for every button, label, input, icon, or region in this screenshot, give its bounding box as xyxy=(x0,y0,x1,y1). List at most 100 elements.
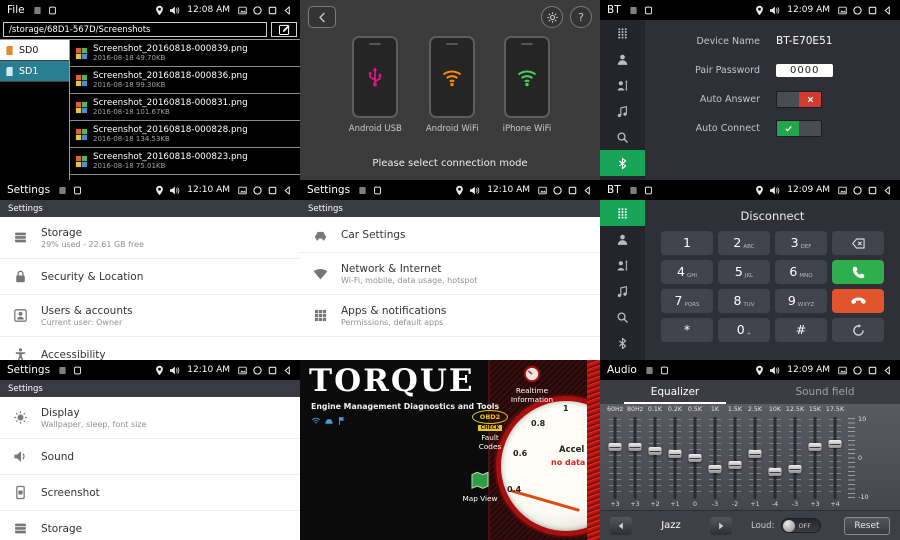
back-icon[interactable] xyxy=(882,5,893,16)
back-icon[interactable] xyxy=(882,365,893,376)
home-icon[interactable] xyxy=(252,185,263,196)
back-icon[interactable] xyxy=(882,185,893,196)
recents-icon[interactable] xyxy=(267,185,278,196)
band-slider[interactable] xyxy=(808,416,822,500)
home-icon[interactable] xyxy=(852,5,863,16)
key-0[interactable]: 0+ xyxy=(718,318,770,342)
band-slider[interactable] xyxy=(608,416,622,500)
home-icon[interactable] xyxy=(552,185,563,196)
screenshot-nav-icon[interactable] xyxy=(837,185,848,196)
connection-option-iphone-wifi[interactable]: iPhone WiFi xyxy=(503,36,552,134)
slider-thumb[interactable] xyxy=(749,450,762,458)
settings-item-storage[interactable]: Storage xyxy=(0,511,300,540)
key-6[interactable]: 6MNO xyxy=(775,260,827,284)
home-icon[interactable] xyxy=(852,365,863,376)
slider-thumb[interactable] xyxy=(709,465,722,473)
slider-thumb[interactable] xyxy=(609,443,622,451)
settings-item-security-location[interactable]: Security & Location xyxy=(0,259,300,295)
file-row[interactable]: Screenshot_20160818-000831.png2016-08-18… xyxy=(70,94,300,121)
pair-password-input[interactable]: 0000 xyxy=(776,64,833,77)
home-icon[interactable] xyxy=(852,185,863,196)
band-slider[interactable] xyxy=(788,416,802,500)
band-slider[interactable] xyxy=(768,416,782,500)
screenshot-nav-icon[interactable] xyxy=(537,185,548,196)
key-star[interactable]: * xyxy=(661,318,713,342)
edit-path-button[interactable] xyxy=(271,22,297,37)
back-icon[interactable] xyxy=(282,5,293,16)
sidebar-item-music[interactable] xyxy=(600,98,645,124)
sidebar-item-call-transfer[interactable] xyxy=(600,72,645,98)
settings-item-display[interactable]: DisplayWallpaper, sleep, font size xyxy=(0,397,300,439)
band-slider[interactable] xyxy=(648,416,662,500)
sidebar-item-music[interactable] xyxy=(600,278,645,304)
file-row[interactable]: Screenshot_20160818-000828.png2016-08-18… xyxy=(70,121,300,148)
band-slider[interactable] xyxy=(688,416,702,500)
hangup-key[interactable] xyxy=(832,289,884,313)
sidebar-item-call-transfer[interactable] xyxy=(600,252,645,278)
slider-thumb[interactable] xyxy=(689,454,702,462)
key-4[interactable]: 4GHI xyxy=(661,260,713,284)
settings-item-screenshot[interactable]: Screenshot xyxy=(0,475,300,511)
key-7[interactable]: 7PQRS xyxy=(661,289,713,313)
screenshot-nav-icon[interactable] xyxy=(237,365,248,376)
sidebar-item-contacts[interactable] xyxy=(600,46,645,72)
sidebar-item-dialpad[interactable] xyxy=(600,20,645,46)
key-9[interactable]: 9WXYZ xyxy=(775,289,827,313)
back-icon[interactable] xyxy=(282,365,293,376)
realtime-information-item[interactable]: Realtime Information xyxy=(500,365,564,404)
home-icon[interactable] xyxy=(252,5,263,16)
settings-item-accessibility[interactable]: Accessibility xyxy=(0,337,300,360)
back-button[interactable] xyxy=(308,6,336,28)
settings-item-car-settings[interactable]: Car Settings xyxy=(300,217,600,253)
sidebar-item-contacts[interactable] xyxy=(600,226,645,252)
tab-sound-field[interactable]: Sound field xyxy=(750,380,900,404)
preset-next-button[interactable] xyxy=(710,517,732,535)
recents-icon[interactable] xyxy=(867,365,878,376)
screenshot-nav-icon[interactable] xyxy=(837,365,848,376)
connection-option-android-wifi[interactable]: Android WiFi xyxy=(426,36,479,134)
key-5[interactable]: 5JKL xyxy=(718,260,770,284)
recents-icon[interactable] xyxy=(867,185,878,196)
recents-icon[interactable] xyxy=(267,365,278,376)
band-slider[interactable] xyxy=(628,416,642,500)
settings-item-users-accounts[interactable]: Users & accountsCurrent user: Owner xyxy=(0,295,300,337)
key-1[interactable]: 1 xyxy=(661,231,713,255)
settings-item-storage[interactable]: Storage29% used - 22.61 GB free xyxy=(0,217,300,259)
settings-item-network-internet[interactable]: Network & InternetWi-Fi, mobile, data us… xyxy=(300,253,600,295)
drive-item-sd1[interactable]: SD1 xyxy=(0,61,69,82)
path-display[interactable]: /storage/68D1-567D/Screenshots xyxy=(3,22,267,37)
band-slider[interactable] xyxy=(748,416,762,500)
slider-thumb[interactable] xyxy=(829,440,842,448)
drive-item-sd0[interactable]: SD0 xyxy=(0,40,69,61)
slider-thumb[interactable] xyxy=(789,465,802,473)
connection-option-android-usb[interactable]: Android USB xyxy=(349,36,402,134)
slider-thumb[interactable] xyxy=(809,443,822,451)
call-key[interactable] xyxy=(832,260,884,284)
home-icon[interactable] xyxy=(252,365,263,376)
slider-thumb[interactable] xyxy=(629,443,642,451)
sidebar-item-dialpad[interactable] xyxy=(600,200,645,226)
auto-connect-toggle[interactable] xyxy=(776,120,822,137)
slider-thumb[interactable] xyxy=(769,468,782,476)
redial-key[interactable] xyxy=(832,318,884,342)
back-icon[interactable] xyxy=(282,185,293,196)
back-icon[interactable] xyxy=(582,185,593,196)
slider-thumb[interactable] xyxy=(729,461,742,469)
band-slider[interactable] xyxy=(828,416,842,500)
settings-item-apps-notifications[interactable]: Apps & notificationsPermissions, default… xyxy=(300,295,600,337)
band-slider[interactable] xyxy=(708,416,722,500)
sidebar-item-search[interactable] xyxy=(600,124,645,150)
reset-button[interactable]: Reset xyxy=(844,517,890,535)
settings-button[interactable] xyxy=(541,6,563,28)
recents-icon[interactable] xyxy=(267,5,278,16)
loud-toggle[interactable]: OFF xyxy=(781,518,821,533)
file-row[interactable]: Screenshot_20160818-000839.png2016-08-18… xyxy=(70,40,300,67)
slider-thumb[interactable] xyxy=(669,450,682,458)
key-3[interactable]: 3DEF xyxy=(775,231,827,255)
screenshot-nav-icon[interactable] xyxy=(237,5,248,16)
sidebar-item-bluetooth[interactable] xyxy=(600,150,645,176)
key-2[interactable]: 2ABC xyxy=(718,231,770,255)
help-button[interactable] xyxy=(570,6,592,28)
recents-icon[interactable] xyxy=(867,5,878,16)
preset-prev-button[interactable] xyxy=(610,517,632,535)
